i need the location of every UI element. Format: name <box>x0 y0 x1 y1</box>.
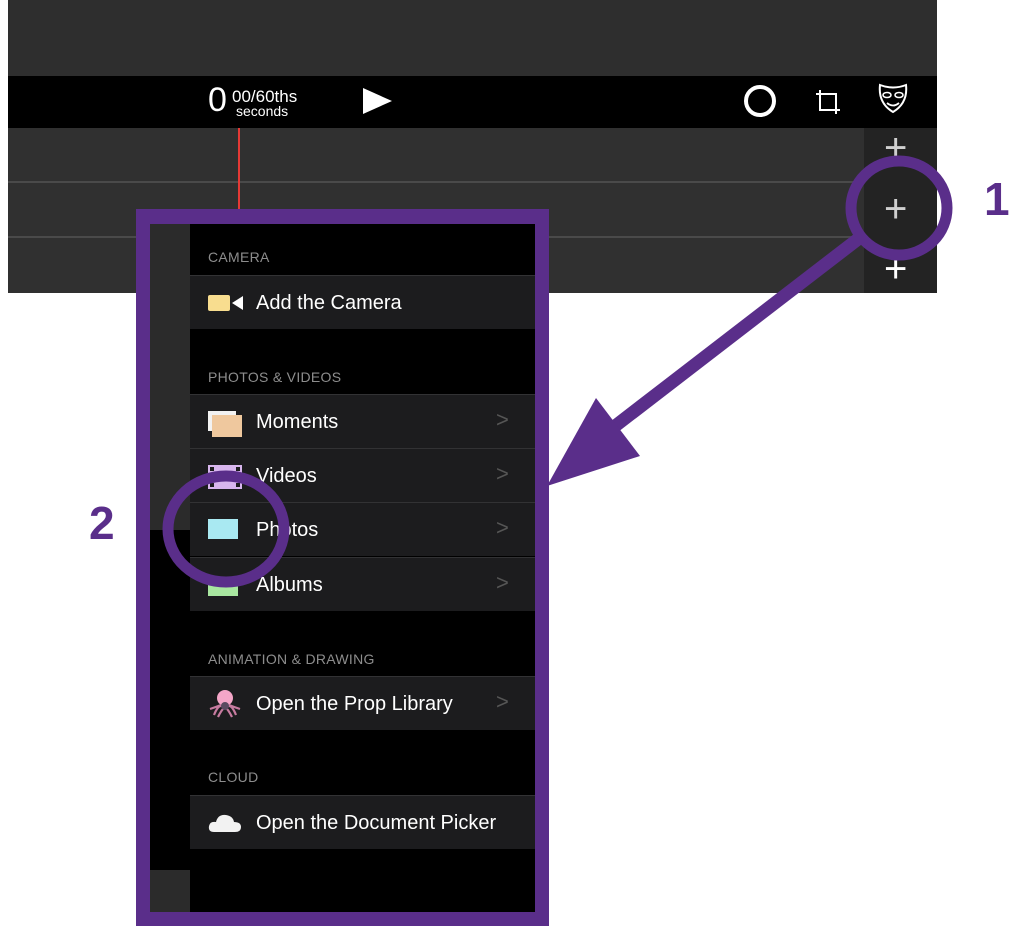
chevron-right-icon: > <box>496 570 509 595</box>
chevron-right-icon: > <box>496 689 509 714</box>
section-cloud: CLOUD <box>208 769 259 785</box>
photos-item[interactable]: Photos > <box>190 502 535 556</box>
strip-shadow <box>150 530 190 870</box>
section-camera: CAMERA <box>208 249 270 265</box>
playhead[interactable] <box>238 128 240 218</box>
chevron-right-icon: > <box>496 515 509 540</box>
albums-item[interactable]: Albums > <box>190 557 535 611</box>
add-camera-item[interactable]: Add the Camera <box>190 275 535 329</box>
camera-icon <box>208 295 243 311</box>
step-1-label: 1 <box>984 173 1010 225</box>
menu-left-strip <box>150 224 190 912</box>
videos-label: Videos <box>256 465 317 487</box>
document-picker-label: Open the Document Picker <box>256 812 497 834</box>
add-camera-label: Add the Camera <box>256 292 402 314</box>
add-track-button[interactable]: + <box>884 128 907 168</box>
moments-item[interactable]: Moments > <box>190 394 535 448</box>
section-animation: ANIMATION & DRAWING <box>208 651 375 667</box>
record-circle-icon[interactable] <box>744 85 776 117</box>
moments-label: Moments <box>256 411 339 433</box>
photo-icon <box>208 519 238 539</box>
playback-toolbar <box>8 76 937 128</box>
moments-icon <box>208 411 242 437</box>
prop-library-label: Open the Prop Library <box>256 693 453 715</box>
add-media-list: CAMERA Add the Camera PHOTOS & VIDEOS Mo… <box>190 224 535 912</box>
chevron-right-icon: > <box>496 407 509 432</box>
document-picker-item[interactable]: Open the Document Picker <box>190 795 535 849</box>
prop-library-item[interactable]: Open the Prop Library > <box>190 676 535 730</box>
octopus-icon <box>209 690 241 718</box>
film-strip-icon <box>208 465 242 489</box>
photos-label: Photos <box>256 519 319 541</box>
theater-mask-icon[interactable] <box>876 81 910 115</box>
add-track-button[interactable]: + <box>884 189 907 229</box>
step-2-label: 2 <box>89 497 115 549</box>
cloud-icon <box>208 814 241 832</box>
chevron-right-icon: > <box>496 461 509 486</box>
play-icon[interactable] <box>363 88 392 114</box>
add-track-button[interactable]: + <box>884 249 907 289</box>
timer-unit: seconds <box>236 103 289 119</box>
albums-label: Albums <box>256 574 323 596</box>
timer-seconds: 0 <box>208 81 227 119</box>
videos-item[interactable]: Videos > <box>190 448 535 502</box>
top-bar <box>8 0 937 76</box>
section-photos-videos: PHOTOS & VIDEOS <box>208 369 342 385</box>
crop-icon[interactable] <box>808 82 848 122</box>
timeline-track-1[interactable] <box>8 128 864 181</box>
album-icon <box>208 580 238 596</box>
